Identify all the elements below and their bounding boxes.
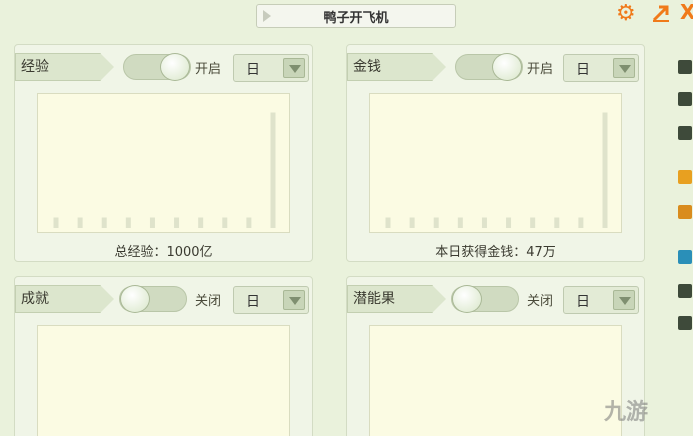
- toggle-label-achievement: 关闭: [195, 294, 222, 309]
- chart-bar: [457, 217, 463, 228]
- toggle-label-gold: 开启: [527, 62, 554, 77]
- chart-gold: [369, 93, 622, 233]
- panel-tag-gold: 金钱: [347, 53, 446, 81]
- sidebar-icon[interactable]: [678, 250, 692, 264]
- toggle-gold[interactable]: [455, 53, 523, 81]
- period-select-achievement[interactable]: 日: [233, 286, 309, 314]
- sidebar-icon[interactable]: [678, 126, 692, 140]
- chart-bar: [270, 112, 276, 228]
- chart-bar: [481, 217, 487, 228]
- export-arrow-icon[interactable]: [651, 3, 671, 23]
- period-select-gold[interactable]: 日: [563, 54, 639, 82]
- chevron-down-icon[interactable]: [283, 58, 305, 78]
- panel-tag-achievement: 成就: [15, 285, 114, 313]
- chart-bar: [53, 217, 59, 228]
- chart-bar: [433, 217, 439, 228]
- toggle-knob[interactable]: [160, 53, 190, 81]
- chart-bar: [149, 217, 155, 228]
- summary-exp: 总经验：1000亿: [114, 245, 213, 260]
- right-sidebar: [676, 40, 693, 436]
- chart-bar: [101, 217, 107, 228]
- window-title-bar: 鸭子开飞机: [256, 4, 456, 28]
- period-select-value: 日: [576, 294, 590, 310]
- chart-potential-svg: [370, 326, 623, 436]
- sidebar-icon[interactable]: [678, 92, 692, 106]
- sidebar-icon[interactable]: [678, 60, 692, 74]
- window-title: 鸭子开飞机: [323, 10, 389, 26]
- chart-bar: [198, 217, 204, 228]
- chart-bar: [77, 217, 83, 228]
- toggle-label-exp: 开启: [195, 62, 222, 77]
- panel-gold: 金钱 开启 日 本日获得金钱：47万: [346, 44, 645, 262]
- chart-bar: [554, 217, 560, 228]
- toggle-knob[interactable]: [120, 285, 150, 313]
- chart-exp: [37, 93, 290, 233]
- period-select-exp[interactable]: 日: [233, 54, 309, 82]
- toggle-exp[interactable]: [123, 53, 191, 81]
- period-select-potential[interactable]: 日: [563, 286, 639, 314]
- chart-bar: [602, 112, 608, 228]
- chevron-down-icon[interactable]: [613, 58, 635, 78]
- watermark-logo: 九游: [604, 400, 649, 425]
- panel-exp: 经验 开启 日 总经验：1000亿: [14, 44, 313, 262]
- panel-potential: 潜能果 关闭 日: [346, 276, 645, 436]
- summary-gold: 本日获得金钱：47万: [435, 245, 556, 260]
- gear-icon[interactable]: ⚙: [616, 3, 636, 25]
- chart-bar: [246, 217, 252, 228]
- chart-achievement: [37, 325, 290, 436]
- chart-gold-svg: [385, 112, 608, 228]
- title-arrow-icon: [263, 10, 271, 22]
- period-select-value: 日: [246, 62, 260, 78]
- chevron-down-icon[interactable]: [283, 290, 305, 310]
- toggle-knob[interactable]: [492, 53, 522, 81]
- period-select-value: 日: [576, 62, 590, 78]
- chart-potential: [369, 325, 622, 436]
- sidebar-icon[interactable]: [678, 170, 692, 184]
- chart-bar: [409, 217, 415, 228]
- toggle-knob[interactable]: [452, 285, 482, 313]
- panel-tag-exp: 经验: [15, 53, 114, 81]
- close-icon[interactable]: X: [680, 0, 693, 24]
- sidebar-icon[interactable]: [678, 205, 692, 219]
- chart-bar: [222, 217, 228, 228]
- toggle-label-potential: 关闭: [527, 294, 554, 309]
- toggle-potential[interactable]: [451, 285, 519, 313]
- chart-bar: [174, 217, 180, 228]
- chart-bar: [530, 217, 536, 228]
- sidebar-icon[interactable]: [678, 284, 692, 298]
- chart-exp-svg: [53, 112, 276, 228]
- panel-achievement: 成就 关闭 日: [14, 276, 313, 436]
- chevron-down-icon[interactable]: [613, 290, 635, 310]
- chart-bar: [125, 217, 131, 228]
- panel-tag-potential: 潜能果: [347, 285, 446, 313]
- period-select-value: 日: [246, 294, 260, 310]
- chart-bar: [506, 217, 512, 228]
- toggle-achievement[interactable]: [119, 285, 187, 313]
- chart-bar: [385, 217, 391, 228]
- sidebar-icon[interactable]: [678, 316, 692, 330]
- chart-bar: [578, 217, 584, 228]
- chart-achievement-svg: [38, 326, 291, 436]
